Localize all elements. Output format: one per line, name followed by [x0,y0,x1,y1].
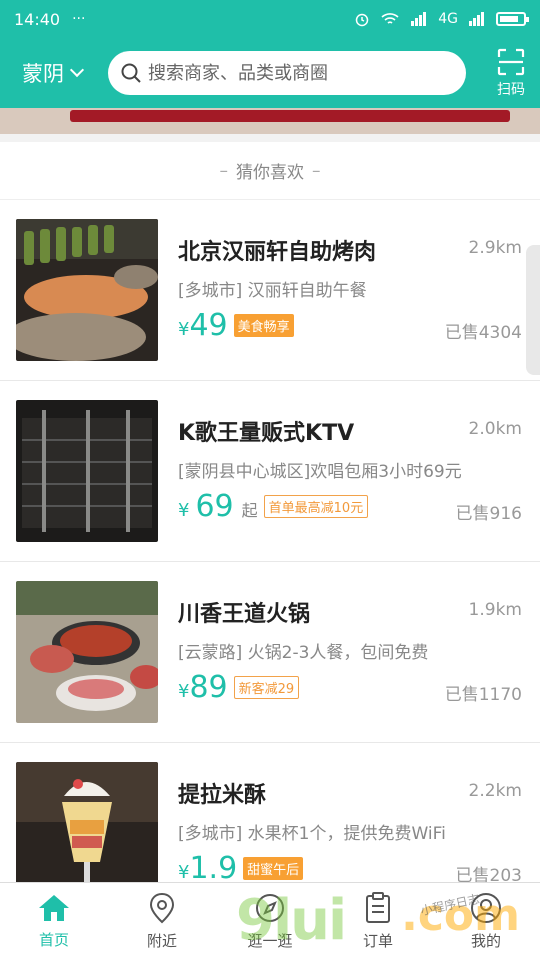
sold-count: 已售1170 [444,685,522,705]
network-type: 4G [438,11,458,27]
scan-icon [497,48,525,76]
nav-label: 附近 [146,932,177,950]
sold-count: 已售916 [455,504,522,524]
header-row: 蒙阴 扫码 [0,38,540,108]
nav-browse[interactable]: 逛一逛 [216,883,324,960]
price-row: ¥ 49 美食畅享 [178,308,294,343]
deal-description: [云蒙路] 火锅2-3人餐，包间免费 [178,643,429,663]
alarm-icon [355,13,369,27]
home-icon [39,895,69,921]
location-pin-icon [149,892,175,924]
deal-description: [多城市] 汉丽轩自助午餐 [178,281,367,301]
price: 69 [195,489,234,524]
battery-icon [496,12,529,26]
browse-icon [256,894,284,922]
status-dots: ··· [72,11,86,27]
section-title-text: 猜你喜欢 [236,163,304,183]
distance: 2.9km [468,238,522,258]
distance: 2.0km [468,419,522,439]
price: 89 [189,670,228,705]
list-item[interactable]: 川香王道火锅 1.9km [云蒙路] 火锅2-3人餐，包间免费 ¥ 89 新客减… [0,562,540,743]
signal-icon [411,12,427,26]
wifi-icon [381,13,399,24]
nav-label: 首页 [38,931,69,949]
deal-description: [蒙阴县中心城区]欢唱包厢3小时69元 [178,462,462,482]
shop-name: K歌王量贩式KTV [178,421,355,446]
search-icon [121,63,141,83]
chevron-down-icon [69,62,85,78]
title-dash-left: – [219,160,229,181]
price-unit: 起 [241,501,258,520]
price: 49 [189,308,228,343]
top-bar: 14:40 ··· 4G 蒙阴 扫码 [0,0,540,108]
shop-name: 北京汉丽轩自助烤肉 [178,240,377,265]
currency-symbol: ¥ [178,500,190,521]
nav-label: 订单 [362,932,393,950]
nav-orders[interactable]: 订单 [324,883,432,960]
currency-symbol: ¥ [178,862,190,883]
banner-strip[interactable] [0,108,540,134]
signal-icon-2 [469,12,484,26]
search-bar[interactable] [108,51,466,95]
hotpot-photo [16,581,158,723]
distance: 2.2km [468,781,522,801]
price-row: ¥ 1.9 甜蜜午后 [178,851,304,886]
user-profile-icon [471,893,501,923]
nav-nearby[interactable]: 附近 [108,883,216,960]
order-clipboard-icon [366,892,390,923]
section-gap [0,134,540,142]
nav-label: 逛一逛 [247,932,293,950]
currency-symbol: ¥ [178,319,190,340]
section-title: – 猜你喜欢 – [0,142,540,200]
shop-name: 川香王道火锅 [178,602,311,627]
nav-label: 我的 [470,932,501,950]
search-input[interactable] [148,62,448,84]
shop-name: 提拉米酥 [178,783,267,808]
title-dash-right: – [312,160,321,181]
promo-tag: 美食畅享 [233,314,294,337]
price-row: ¥ 89 新客减29 [178,670,300,705]
promo-tag: 甜蜜午后 [243,857,304,880]
status-icons: 4G [354,11,529,27]
list-item[interactable]: K歌王量贩式KTV 2.0km [蒙阴县中心城区]欢唱包厢3小时69元 ¥ 69… [0,381,540,562]
status-bar: 14:40 ··· 4G [0,0,540,38]
bottom-nav: 首页 附近 逛一逛 订单 我的 [0,882,540,960]
list-item[interactable]: 北京汉丽轩自助烤肉 2.9km [多城市] 汉丽轩自助午餐 ¥ 49 美食畅享 … [0,200,540,381]
bbq-buffet-photo [16,219,158,361]
nav-profile[interactable]: 我的 [432,883,540,960]
status-time: 14:40 [14,9,61,29]
currency-symbol: ¥ [178,681,190,702]
side-drag-handle[interactable] [526,245,540,375]
city-label: 蒙阴 [22,62,64,86]
city-selector[interactable]: 蒙阴 [22,58,108,88]
promo-tag: 首单最高减10元 [263,495,369,518]
price-row: ¥ 69 起 首单最高减10元 [178,489,369,524]
ktv-photo [16,400,158,542]
scan-button[interactable]: 扫码 [496,47,526,99]
nav-home[interactable]: 首页 [0,883,108,960]
recommend-list: 北京汉丽轩自助烤肉 2.9km [多城市] 汉丽轩自助午餐 ¥ 49 美食畅享 … [0,200,540,924]
deal-description: [多城市] 水果杯1个，提供免费WiFi [178,824,446,844]
distance: 1.9km [468,600,522,620]
promo-tag: 新客减29 [233,676,300,699]
sold-count: 已售4304 [444,323,522,343]
scan-label: 扫码 [497,82,525,98]
price: 1.9 [189,851,238,886]
